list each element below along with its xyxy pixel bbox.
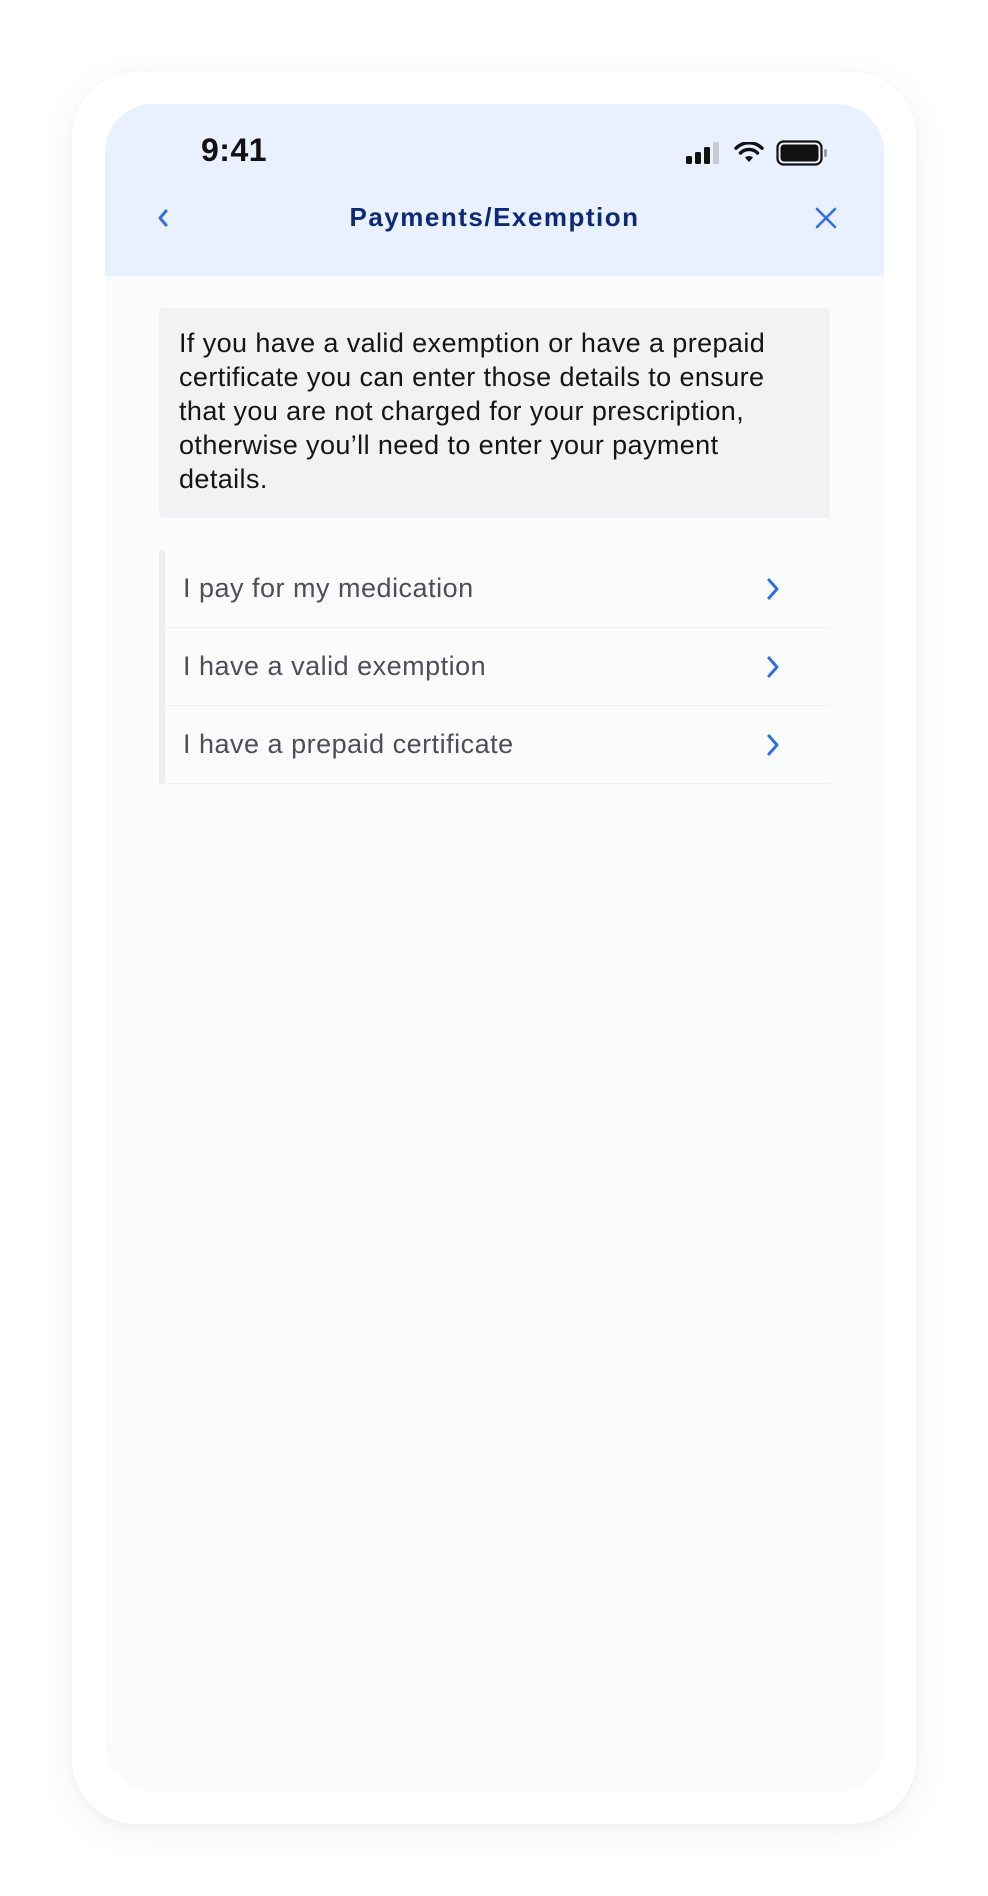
header: 9:41 Payments/Exemption (105, 104, 884, 276)
wifi-icon (734, 140, 764, 169)
status-icons (686, 139, 828, 171)
cellular-signal-icon (686, 141, 722, 169)
info-box: If you have a valid exemption or have a … (159, 308, 830, 518)
page-title: Payments/Exemption (349, 202, 640, 232)
chevron-right-icon (760, 654, 786, 680)
chevron-right-icon (760, 732, 786, 758)
option-label: I pay for my medication (183, 573, 474, 603)
option-label: I have a valid exemption (183, 651, 487, 681)
option-valid-exemption[interactable]: I have a valid exemption (165, 628, 830, 706)
options-list: I pay for my medication I have a valid e… (159, 550, 830, 784)
info-text: If you have a valid exemption or have a … (179, 328, 766, 494)
option-prepaid-certificate[interactable]: I have a prepaid certificate (165, 706, 830, 784)
status-time: 9:41 (201, 132, 268, 168)
option-pay-for-medication[interactable]: I pay for my medication (165, 550, 830, 628)
chevron-right-icon (760, 576, 786, 602)
app-screen: 9:41 Payments/Exemption If you have a va… (105, 104, 884, 1792)
option-label: I have a prepaid certificate (183, 729, 514, 759)
close-icon (813, 205, 839, 236)
battery-icon (776, 139, 828, 171)
close-button[interactable] (808, 202, 844, 238)
